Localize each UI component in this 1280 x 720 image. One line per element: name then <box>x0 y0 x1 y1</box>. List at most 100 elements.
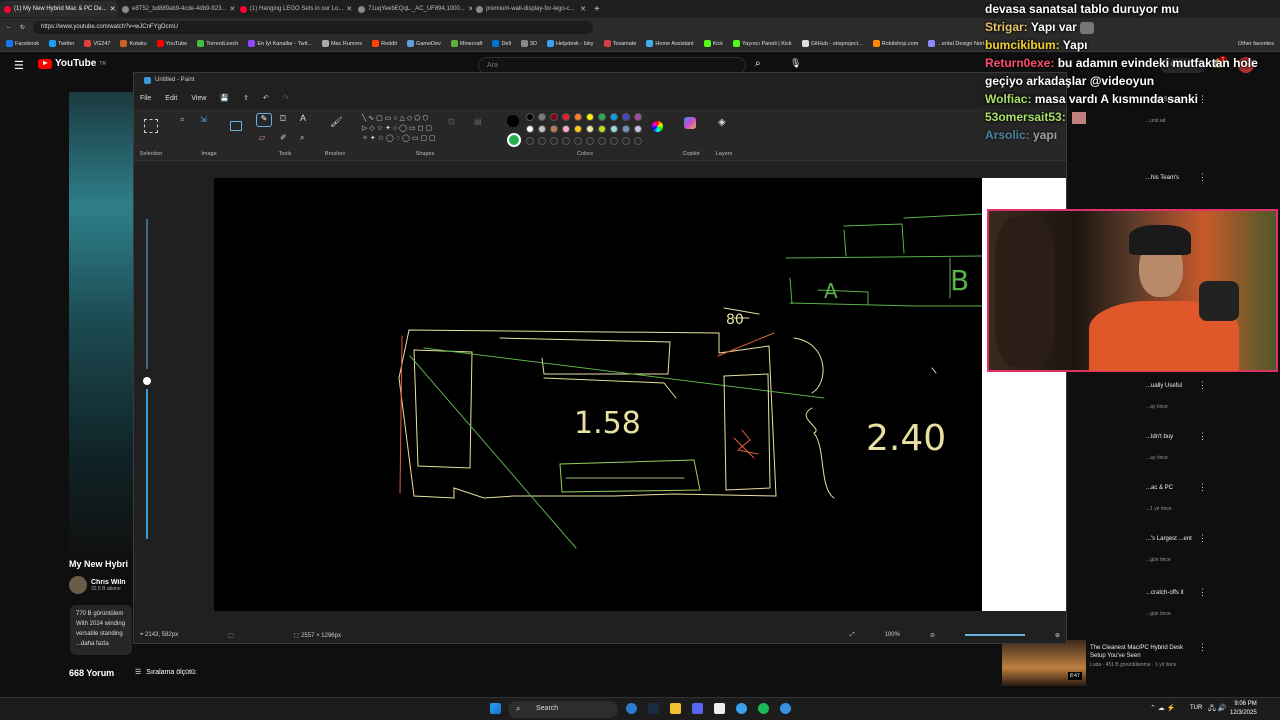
custom-color-slot[interactable] <box>586 137 594 145</box>
start-icon[interactable] <box>490 703 501 714</box>
menu-icon[interactable]: ☰ <box>14 59 24 72</box>
close-tab-icon[interactable]: ✕ <box>229 5 235 13</box>
palette-swatch[interactable] <box>538 125 546 133</box>
sort-button[interactable]: ☰ Sıralama ölçütü: <box>135 668 197 677</box>
custom-color-slot[interactable] <box>634 137 642 145</box>
fit-icon[interactable]: ⤢ <box>850 632 855 639</box>
magnifier-icon[interactable]: ⌕ <box>300 133 304 143</box>
bookmark-item[interactable]: TorrentLeech <box>197 40 238 47</box>
palette-swatch[interactable] <box>586 113 594 121</box>
undo-icon[interactable]: ↶ <box>263 94 269 102</box>
palette-swatch[interactable] <box>598 113 606 121</box>
outline-icon[interactable]: ⊡ <box>448 117 455 126</box>
palette-swatch[interactable] <box>622 125 630 133</box>
edge-icon[interactable] <box>626 703 637 714</box>
pencil-icon[interactable]: ✎ <box>256 113 272 127</box>
share-icon[interactable]: ⇪ <box>243 94 249 102</box>
palette-swatch[interactable] <box>538 113 546 121</box>
new-tab-icon[interactable]: + <box>590 4 604 15</box>
size-slider[interactable] <box>146 219 148 369</box>
palette-swatch[interactable] <box>574 125 582 133</box>
bookmark-item[interactable]: Kick <box>703 40 723 47</box>
bookmark-item[interactable]: GitHub - obsproject... <box>801 40 863 47</box>
custom-color-slot[interactable] <box>622 137 630 145</box>
bookmark-item[interactable]: Minecraft <box>450 40 482 47</box>
bookmark-item[interactable]: GameDev <box>407 40 441 47</box>
bookmark-item[interactable]: Home Assistant <box>646 40 694 47</box>
bookmark-item[interactable]: En İyi Kanallar - Twit... <box>248 40 312 47</box>
bookmark-item[interactable]: Robitshop.com <box>872 40 918 47</box>
video-player[interactable] <box>69 92 139 552</box>
crop-icon[interactable]: ⌗ <box>180 115 185 125</box>
palette-swatch[interactable] <box>586 125 594 133</box>
custom-color-slot[interactable] <box>550 137 558 145</box>
back-icon[interactable]: ← <box>6 24 12 30</box>
redo-icon[interactable]: ↷ <box>283 94 289 102</box>
bookmark-item[interactable]: Dell <box>492 40 511 47</box>
menu-file[interactable]: File <box>140 95 151 102</box>
more-options-icon[interactable]: ⋮ <box>1198 533 1207 544</box>
refresh-icon[interactable]: ↻ <box>20 24 25 31</box>
more-options-icon[interactable]: ⋮ <box>1198 642 1207 653</box>
fill-shape-icon[interactable]: ▤ <box>474 117 482 126</box>
paint-canvas[interactable]: 1.58 2.40 80 A B <box>214 178 985 611</box>
bookmark-item[interactable]: Tesamate <box>603 40 636 47</box>
bookmark-item[interactable]: Helpdesk - Isky <box>546 40 594 47</box>
chrome-icon[interactable] <box>736 703 747 714</box>
steam-icon[interactable] <box>648 703 659 714</box>
browser-tab[interactable]: (1) Hanging LEGO Sets in our Lo... ✕ <box>236 1 354 17</box>
image-select-icon[interactable] <box>230 121 242 131</box>
bookmark-item[interactable]: ...ental Design Nort... <box>928 40 989 47</box>
more-options-icon[interactable]: ⋮ <box>1198 482 1207 493</box>
system-tray-icons[interactable]: ⌃ ☁ ⚡ <box>1150 704 1175 712</box>
zoom-in-icon[interactable]: ⊕ <box>1055 632 1060 639</box>
browser-tab[interactable]: e8T52_bd889ab9-4cde-4db9-923... ✕ <box>118 1 236 17</box>
bookmark-item[interactable]: Twitter <box>49 40 74 47</box>
primary-color[interactable] <box>507 115 519 127</box>
custom-color-slot[interactable] <box>598 137 606 145</box>
palette-swatch[interactable] <box>610 113 618 121</box>
bookmark-item[interactable]: Kotaku <box>120 40 147 47</box>
browser-tab[interactable]: 71uqYeebEQqL._AC_UF894,1000... ✕ <box>354 1 472 17</box>
zoom-slider[interactable] <box>964 634 1025 636</box>
more-options-icon[interactable]: ⋮ <box>1198 380 1207 391</box>
layers-icon[interactable]: ◈ <box>718 117 726 128</box>
browser-tab[interactable]: (1) My New Hybrid Mac & PC De... ✕ <box>0 1 118 17</box>
text-icon[interactable]: A <box>300 113 306 123</box>
zoom-level[interactable]: 100% <box>885 632 900 638</box>
more-options-icon[interactable]: ⋮ <box>1198 431 1207 442</box>
close-tab-icon[interactable]: ✕ <box>110 5 116 13</box>
language-indicator[interactable]: TUR <box>1190 705 1202 711</box>
palette-swatch[interactable] <box>550 125 558 133</box>
file-explorer-icon[interactable] <box>670 703 681 714</box>
palette-swatch[interactable] <box>634 125 642 133</box>
custom-color-slot[interactable] <box>562 137 570 145</box>
bookmark-item[interactable]: VG247 <box>84 40 110 47</box>
palette-swatch[interactable] <box>562 125 570 133</box>
custom-color-slot[interactable] <box>610 137 618 145</box>
palette-swatch[interactable] <box>550 113 558 121</box>
browser-tab[interactable]: premium-wall-display-for-lego-c... ✕ <box>472 1 590 17</box>
discord-icon[interactable] <box>692 703 703 714</box>
bookmark-item[interactable]: Yayıncı Paneli | Kick <box>733 40 792 47</box>
taskbar-search[interactable]: ⌕ Search <box>508 701 618 718</box>
zoom-out-icon[interactable]: ⊖ <box>930 632 935 639</box>
palette-swatch[interactable] <box>598 125 606 133</box>
address-bar[interactable]: https://www.youtube.com/watch?v=wJCnFYgO… <box>33 20 594 34</box>
network-volume-icons[interactable]: 🖧 🔊 <box>1208 704 1226 715</box>
close-tab-icon[interactable]: ✕ <box>580 5 586 13</box>
brush-icon[interactable]: 🖌 <box>330 117 343 128</box>
menu-edit[interactable]: Edit <box>165 95 177 102</box>
search-icon[interactable]: ⌕ <box>755 58 769 72</box>
bookmark-item[interactable]: 3D <box>520 40 537 47</box>
channel-avatar[interactable] <box>69 576 87 594</box>
microphone-icon[interactable]: 🎙 <box>790 58 801 69</box>
edit-colors-icon[interactable] <box>652 121 663 132</box>
resize-icon[interactable]: ⇲ <box>200 115 207 124</box>
secondary-color[interactable] <box>507 133 521 147</box>
show-more-link[interactable]: ...daha fazla <box>76 639 126 649</box>
menu-view[interactable]: View <box>191 95 206 102</box>
related-video-title[interactable]: The Cleanest Mac/PC Hybrid Desk Setup Yo… <box>1090 644 1195 660</box>
palette-swatch[interactable] <box>526 113 534 121</box>
copilot-icon[interactable] <box>684 117 696 129</box>
